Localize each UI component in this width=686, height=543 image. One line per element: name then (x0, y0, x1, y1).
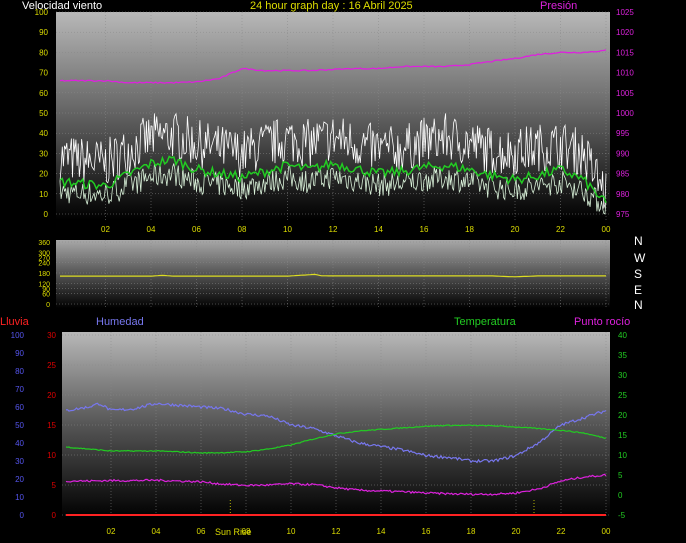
wind-ytick-label: 0 (44, 210, 49, 219)
humidity-ytick-label: 90 (15, 349, 24, 358)
rain-ytick-label: 25 (47, 361, 56, 370)
temp-xtick-label: 00 (602, 527, 611, 536)
direction-ytick-label: 300 (38, 250, 50, 257)
compass-n-top: N (634, 234, 643, 248)
wind-xtick-label: 08 (238, 225, 247, 234)
rain-ytick-label: 5 (52, 481, 57, 490)
compass-w: W (634, 251, 646, 265)
humidity-ytick-label: 40 (15, 439, 24, 448)
humidity-label: Humedad (96, 316, 144, 328)
wind-ytick-label: 60 (39, 89, 48, 98)
humidity-ytick-label: 50 (15, 421, 24, 430)
wind-xtick-label: 18 (465, 225, 474, 234)
temp-xtick-label: 22 (557, 527, 566, 536)
direction-ytick-label: 180 (38, 271, 50, 278)
wind-xtick-label: 04 (147, 225, 156, 234)
wind-xtick-label: 16 (420, 225, 429, 234)
humidity-ytick-label: 30 (15, 457, 24, 466)
temperature-ytick-label: 40 (618, 331, 627, 340)
temperature-ytick-label: 10 (618, 451, 627, 460)
rain-ytick-label: 10 (47, 451, 56, 460)
wind-xtick-label: 10 (283, 225, 292, 234)
wind-ytick-label: 50 (39, 109, 48, 118)
wind-xtick-label: 22 (556, 225, 565, 234)
chart-title: 24 hour graph day : 16 Abril 2025 (250, 0, 413, 12)
temp-xtick-label: 02 (107, 527, 116, 536)
temperature-ytick-label: 0 (618, 491, 623, 500)
rain-label: Lluvia (0, 316, 29, 328)
temperature-ytick-label: 5 (618, 471, 623, 480)
pressure-ytick-label: 995 (616, 129, 630, 138)
temperature-ytick-label: 15 (618, 431, 627, 440)
compass-n-bottom: N (634, 298, 643, 312)
temp-xtick-label: 18 (467, 527, 476, 536)
rain-ytick-label: 15 (47, 421, 56, 430)
pressure-ytick-label: 990 (616, 149, 630, 158)
pressure-ytick-label: 1000 (616, 109, 634, 118)
compass-s: S (634, 267, 643, 281)
rain-ytick-label: 0 (52, 511, 57, 520)
temperature-ytick-label: 20 (618, 411, 627, 420)
pressure-ytick-label: 1015 (616, 48, 634, 57)
pressure-ytick-label: 1005 (616, 89, 634, 98)
pressure-label: Presión (540, 0, 578, 12)
rain-ytick-label: 30 (47, 331, 56, 340)
pressure-ytick-label: 1025 (616, 8, 634, 17)
wind-ytick-label: 70 (39, 69, 48, 78)
wind-xtick-label: 14 (374, 225, 383, 234)
wind-xtick-label: 12 (329, 225, 338, 234)
pressure-ytick-label: 975 (616, 210, 630, 219)
temperature-ytick-label: 25 (618, 391, 627, 400)
temperature-ytick-label: 30 (618, 371, 627, 380)
humidity-ytick-label: 100 (11, 331, 25, 340)
humidity-ytick-label: 20 (15, 475, 24, 484)
temp-xtick-label: 06 (197, 527, 206, 536)
rain-ytick-label: 20 (47, 391, 56, 400)
pressure-ytick-label: 1010 (616, 69, 634, 78)
temperature-label: Temperatura (454, 316, 516, 328)
temp-xtick-label: 04 (152, 527, 161, 536)
humidity-ytick-label: 60 (15, 403, 24, 412)
temperature-ytick-label: -5 (618, 511, 626, 520)
humidity-ytick-label: 0 (20, 511, 25, 520)
wind-ytick-label: 40 (39, 129, 48, 138)
dewpoint-label: Punto rocío (574, 316, 631, 328)
sunrise-label: Sun Rise (215, 527, 252, 537)
weather-chart: 0102030405060708090100975980985990995100… (11, 8, 635, 536)
wind-ytick-label: 80 (39, 48, 48, 57)
wind-xtick-label: 06 (192, 225, 201, 234)
wind-ytick-label: 10 (39, 190, 48, 199)
wind-ytick-label: 20 (39, 170, 48, 179)
temp-xtick-label: 20 (512, 527, 521, 536)
wind-ytick-label: 90 (39, 28, 48, 37)
humidity-ytick-label: 10 (15, 493, 24, 502)
wind-ytick-label: 30 (39, 149, 48, 158)
humidity-ytick-label: 80 (15, 367, 24, 376)
compass-e: E (634, 283, 643, 297)
temp-xtick-label: 16 (422, 527, 431, 536)
wind-xtick-label: 02 (101, 225, 110, 234)
temp-xtick-label: 10 (287, 527, 296, 536)
direction-ytick-label: 0 (46, 302, 50, 309)
temp-xtick-label: 12 (332, 527, 341, 536)
humidity-ytick-label: 70 (15, 385, 24, 394)
temperature-ytick-label: 35 (618, 351, 627, 360)
pressure-ytick-label: 1020 (616, 28, 634, 37)
temp-xtick-label: 14 (377, 527, 386, 536)
wind-xtick-label: 20 (511, 225, 520, 234)
wind-xtick-label: 00 (602, 225, 611, 234)
direction-ytick-label: 360 (38, 240, 50, 247)
direction-ytick-label: 120 (38, 281, 50, 288)
pressure-ytick-label: 980 (616, 190, 630, 199)
wind-speed-label: Velocidad viento (22, 0, 103, 12)
pressure-ytick-label: 985 (616, 170, 630, 179)
